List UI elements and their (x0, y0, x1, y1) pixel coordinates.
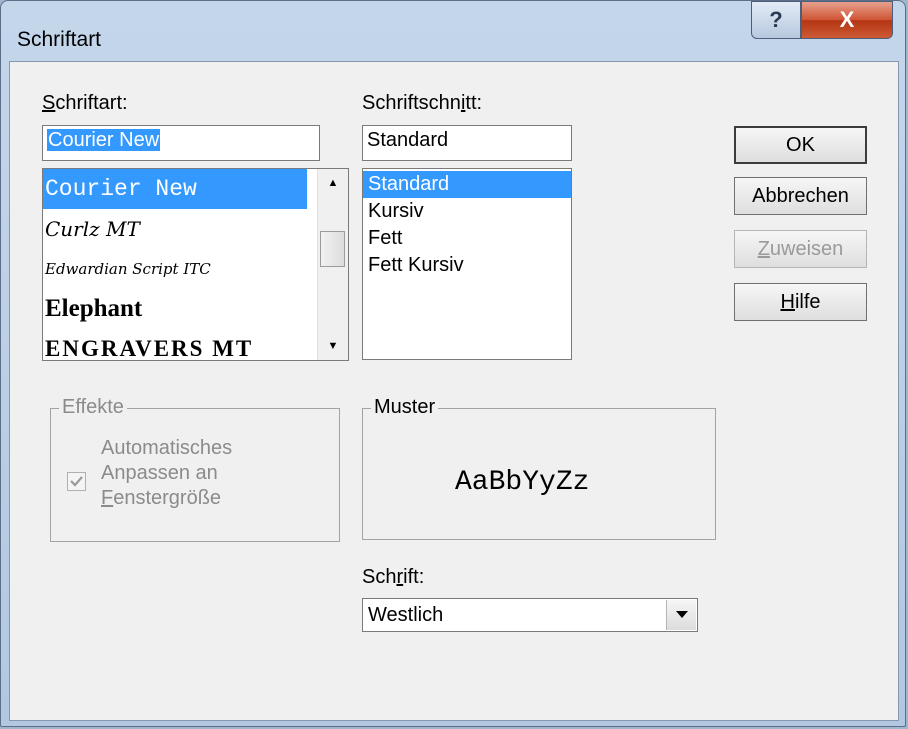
scroll-up-icon[interactable]: ▲ (318, 169, 348, 197)
font-list-item[interactable]: Curlz MT (43, 209, 348, 249)
script-label: Schrift: (362, 566, 425, 588)
title-bar[interactable]: Schriftart ? X (1, 1, 905, 61)
help-button[interactable]: ? (751, 1, 801, 39)
style-list-item[interactable]: Standard (363, 171, 571, 198)
scroll-down-icon[interactable]: ▼ (318, 332, 348, 360)
style-input-value: Standard (367, 129, 449, 151)
checkmark-icon (70, 476, 83, 487)
style-list-item[interactable]: Kursiv (363, 198, 571, 225)
font-list-item[interactable]: Edwardian Script ITC (43, 249, 348, 289)
script-select[interactable]: Westlich (362, 598, 698, 632)
question-mark-icon: ? (769, 7, 783, 32)
font-list-item[interactable]: ENGRAVERS MT (43, 329, 348, 360)
window-title: Schriftart (17, 28, 102, 51)
font-name-value: Courier New (47, 129, 161, 151)
style-list[interactable]: Standard Kursiv Fett Fett Kursiv (362, 168, 572, 360)
scroll-thumb[interactable] (320, 231, 345, 267)
font-list-item[interactable]: Courier New (43, 169, 307, 209)
style-list-item[interactable]: Fett (363, 225, 571, 252)
effects-group: Effekte Automatisches Anpassen an Fenste… (50, 396, 340, 542)
ok-button[interactable]: OK (734, 126, 867, 164)
auto-fit-checkbox[interactable] (67, 472, 86, 491)
style-input[interactable]: Standard (362, 125, 572, 161)
font-name-input[interactable]: Courier New (42, 125, 320, 161)
cancel-button[interactable]: Abbrechen (734, 177, 867, 215)
font-dialog-window: Schriftart ? X Schriftart: Courier New C… (0, 0, 906, 727)
sample-text: AaBbYyZz (455, 467, 590, 498)
style-list-item[interactable]: Fett Kursiv (363, 252, 571, 279)
font-list[interactable]: Courier New Curlz MT Edwardian Script IT… (42, 168, 349, 361)
chevron-down-icon[interactable] (666, 600, 696, 630)
dialog-body: Schriftart: Courier New Courier New Curl… (9, 61, 899, 721)
font-list-scrollbar[interactable]: ▲ ▼ (317, 169, 348, 360)
font-list-item[interactable]: Elephant (43, 289, 348, 329)
font-label: Schriftart: (42, 92, 128, 114)
auto-fit-label-line3: Fenstergröße (101, 487, 222, 509)
script-select-value: Westlich (368, 604, 444, 626)
auto-fit-label-line1: Automatisches (101, 437, 233, 459)
close-icon: X (839, 7, 855, 32)
auto-fit-label-line2: Anpassen an (101, 462, 218, 484)
effects-legend: Effekte (59, 396, 127, 419)
apply-button[interactable]: Zuweisen (734, 230, 867, 268)
style-label: Schriftschnitt: (362, 92, 483, 114)
close-button[interactable]: X (801, 1, 893, 39)
sample-legend: Muster (371, 396, 439, 419)
sample-group: Muster AaBbYyZz (362, 396, 716, 540)
help-dialog-button[interactable]: Hilfe (734, 283, 867, 321)
